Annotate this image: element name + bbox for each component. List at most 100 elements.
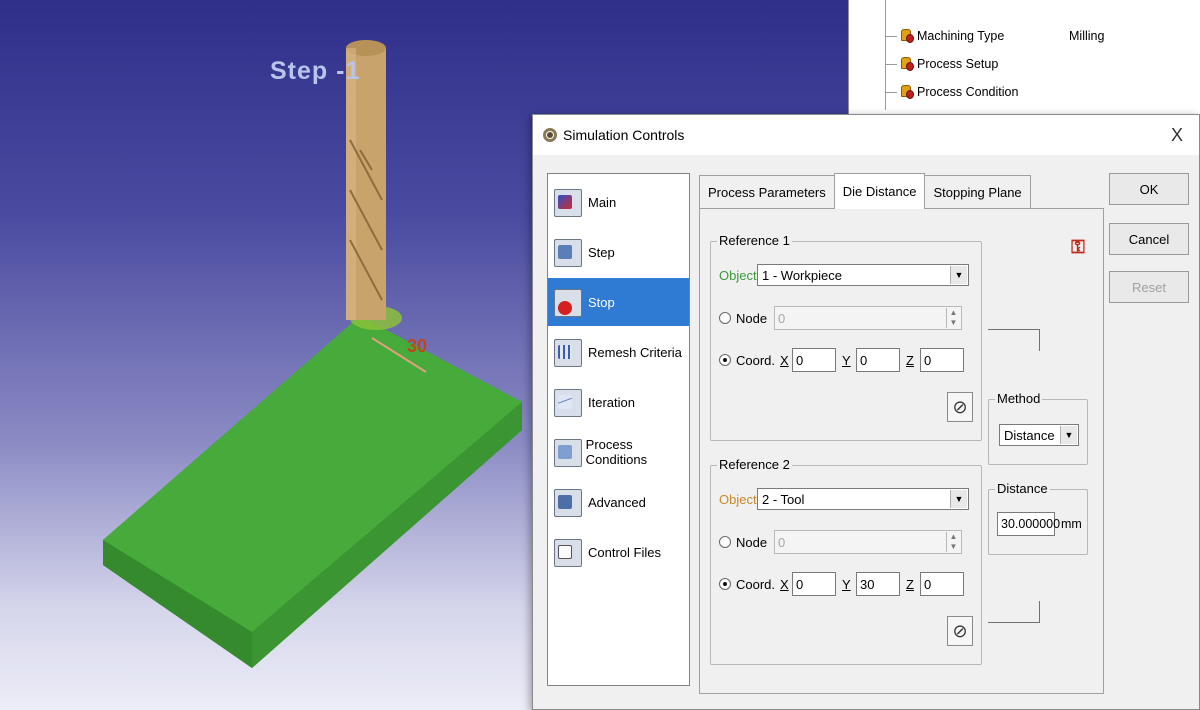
ok-button[interactable]: OK <box>1109 173 1189 205</box>
nav-item-iteration[interactable]: Iteration <box>548 378 689 426</box>
reference-1-z-field[interactable]: 0 <box>920 348 964 372</box>
reference-2-y-field[interactable]: 30 <box>856 572 900 596</box>
coord-radio[interactable] <box>719 354 731 366</box>
tab-process-parameters[interactable]: Process Parameters <box>699 175 835 209</box>
tree-item-label: Process Setup <box>917 57 999 71</box>
pick-point-icon: ⊘ <box>952 397 968 417</box>
reference-1-y-field[interactable]: 0 <box>856 348 900 372</box>
nav-item-label: Remesh Criteria <box>588 344 682 360</box>
bracket-line <box>988 329 1040 351</box>
reference-2-object-select[interactable]: 2 - Tool ▼ <box>757 488 969 510</box>
tree-item-process-setup[interactable]: Process Setup <box>849 54 998 74</box>
key-icon: ⚿ <box>1071 237 1085 257</box>
bracket-line <box>988 601 1040 623</box>
object-label: Object <box>719 491 757 507</box>
process-tree-panel: Machining Type Milling Process Setup Pro… <box>848 0 1200 120</box>
distance-group: Distance 30.000000 mm <box>988 481 1088 555</box>
spin-icon: ▲ ▼ <box>946 532 960 552</box>
lock-key-icon <box>899 84 915 100</box>
gear-icon <box>541 126 559 144</box>
y-label: Y <box>842 352 851 368</box>
control-files-icon <box>554 535 584 569</box>
object-label: Object <box>719 267 757 283</box>
die-distance-page: Reference 1 Object 1 - Workpiece ▼ Node … <box>699 208 1104 694</box>
method-select[interactable]: Distance ▼ <box>999 424 1079 446</box>
method-group: Method Distance ▼ <box>988 391 1088 465</box>
method-select-value: Distance <box>1004 427 1055 443</box>
reference-1-node-field: 0 ▲ ▼ <box>774 306 962 330</box>
cancel-button[interactable]: Cancel <box>1109 223 1189 255</box>
simulation-controls-dialog: Simulation Controls X Main Step Stop Rem… <box>532 114 1200 710</box>
reference-1-pick-button[interactable]: ⊘ <box>947 392 973 422</box>
tab-die-distance[interactable]: Die Distance <box>833 173 926 209</box>
iteration-icon <box>554 385 584 419</box>
reference-1-object-select[interactable]: 1 - Workpiece ▼ <box>757 264 969 286</box>
nav-item-remesh-criteria[interactable]: Remesh Criteria <box>548 328 689 376</box>
main-icon <box>554 185 584 219</box>
tree-item-machining-type[interactable]: Machining Type Milling <box>849 26 1104 46</box>
method-legend: Method <box>995 391 1043 406</box>
nav-item-advanced[interactable]: Advanced <box>548 478 689 526</box>
chevron-down-icon: ▼ <box>950 266 967 284</box>
lock-key-icon <box>899 56 915 72</box>
coord-label: Coord. <box>736 352 776 368</box>
x-label: X <box>780 352 789 368</box>
chevron-down-icon: ▼ <box>1060 426 1077 444</box>
node-label: Node <box>736 534 768 550</box>
y-label: Y <box>842 576 851 592</box>
step-label: Step -1 <box>270 57 361 85</box>
nav-item-control-files[interactable]: Control Files <box>548 528 689 576</box>
nav-item-label: Step <box>588 244 615 260</box>
chevron-down-icon: ▼ <box>950 490 967 508</box>
nav-item-label: Iteration <box>588 394 635 410</box>
tree-item-label: Process Condition <box>917 85 1019 99</box>
reference-2-z-field[interactable]: 0 <box>920 572 964 596</box>
reference-2-x-field[interactable]: 0 <box>792 572 836 596</box>
reference-2-pick-button[interactable]: ⊘ <box>947 616 973 646</box>
node-radio[interactable] <box>719 536 731 548</box>
dimension-label: 30 <box>407 336 428 356</box>
distance-legend: Distance <box>995 481 1050 496</box>
nav-item-label: Control Files <box>588 544 661 560</box>
node-label: Node <box>736 310 768 326</box>
tree-item-label: Machining Type <box>917 29 1005 43</box>
nav-item-main[interactable]: Main <box>548 178 689 226</box>
reference-1-group: Reference 1 Object 1 - Workpiece ▼ Node … <box>710 233 982 441</box>
nav-item-stop[interactable]: Stop <box>548 278 689 326</box>
object-select-value: 1 - Workpiece <box>762 267 842 283</box>
tree-item-process-condition[interactable]: Process Condition <box>849 82 1018 102</box>
reference-2-node-field: 0 ▲ ▼ <box>774 530 962 554</box>
step-icon <box>554 235 584 269</box>
nav-item-label: Main <box>588 194 617 210</box>
lock-key-icon <box>899 28 915 44</box>
tab-strip: Process Parameters Die Distance Stopping… <box>699 173 1031 209</box>
reference-1-legend: Reference 1 <box>717 233 792 248</box>
distance-field[interactable]: 30.000000 <box>997 512 1060 536</box>
tree-item-value: Milling <box>1069 29 1105 43</box>
tab-stopping-plane[interactable]: Stopping Plane <box>924 175 1031 209</box>
close-button[interactable]: X <box>1165 123 1189 147</box>
dialog-titlebar[interactable]: Simulation Controls X <box>533 115 1199 155</box>
nav-item-label: Process Conditions <box>585 437 648 467</box>
nav-item-process-conditions[interactable]: Process Conditions <box>548 428 689 476</box>
dialog-title: Simulation Controls <box>563 127 685 143</box>
coord-radio[interactable] <box>719 578 731 590</box>
reference-2-group: Reference 2 Object 2 - Tool ▼ Node 0 ▲ ▼ … <box>710 457 982 665</box>
reference-2-legend: Reference 2 <box>717 457 792 472</box>
reset-button: Reset <box>1109 271 1189 303</box>
remesh-icon <box>554 335 584 369</box>
nav-item-step[interactable]: Step <box>548 228 689 276</box>
nav-item-label: Advanced <box>588 494 646 510</box>
help-button[interactable]: ⚿ <box>1067 233 1089 267</box>
z-label: Z <box>906 352 914 368</box>
settings-category-list: Main Step Stop Remesh Criteria Iteration… <box>547 173 690 686</box>
advanced-icon <box>554 485 584 519</box>
node-radio[interactable] <box>719 312 731 324</box>
spin-icon: ▲ ▼ <box>946 308 960 328</box>
reference-1-x-field[interactable]: 0 <box>792 348 836 372</box>
process-conditions-icon <box>554 435 582 469</box>
pick-point-icon: ⊘ <box>952 621 968 641</box>
x-label: X <box>780 576 789 592</box>
nav-item-label: Stop <box>588 294 615 310</box>
coord-label: Coord. <box>736 576 776 592</box>
